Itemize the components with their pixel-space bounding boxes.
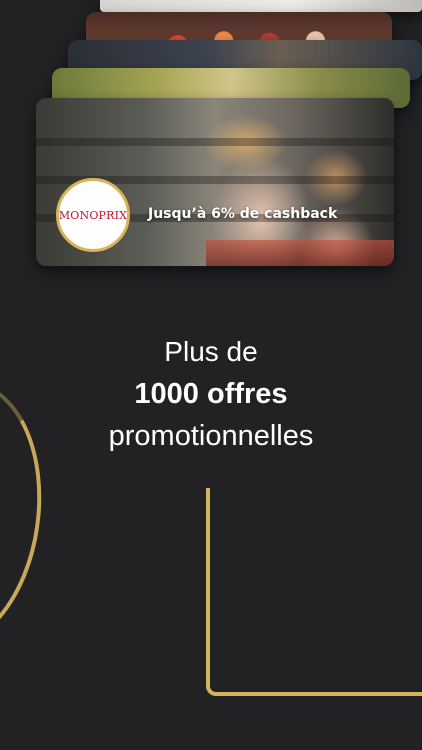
- promo-screen: MONOPRIX Jusqu’à 6% de cashback Plus de …: [0, 0, 422, 750]
- cashback-text: Jusqu’à 6% de cashback: [148, 206, 338, 222]
- monoprix-logo: MONOPRIX: [56, 178, 130, 252]
- headline-line-2: 1000 offres: [134, 378, 288, 410]
- decorative-gold-line: [206, 488, 422, 696]
- shelf-stripe: [36, 138, 394, 146]
- shopping-cart-image: [206, 240, 394, 266]
- headline-line-1: Plus de: [164, 336, 258, 367]
- brand-logo-text: MONOPRIX: [58, 208, 128, 222]
- offer-card-back-4: [100, 0, 422, 12]
- decorative-gold-arc: [0, 369, 58, 661]
- offer-card-monoprix[interactable]: MONOPRIX Jusqu’à 6% de cashback: [36, 98, 394, 266]
- headline-line-3: promotionnelles: [108, 420, 314, 452]
